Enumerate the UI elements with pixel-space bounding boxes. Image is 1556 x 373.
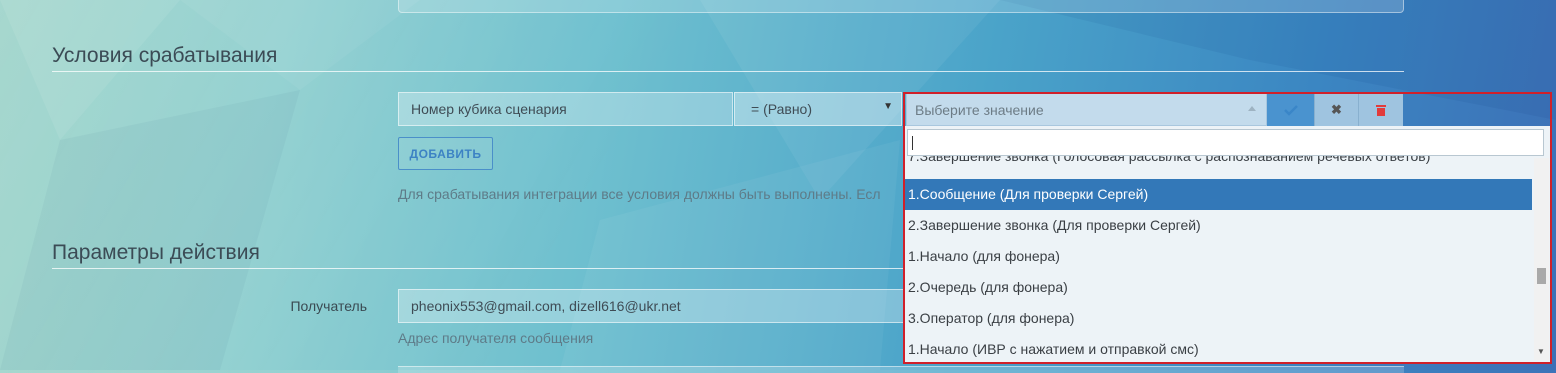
operator-value: = (Равно) — [751, 101, 813, 117]
operator-caret-icon: ▼ — [883, 101, 893, 112]
highlight-annotation — [903, 92, 1552, 364]
recipient-label: Получатель — [290, 298, 367, 314]
condition-field-value: Номер кубика сценария — [411, 101, 567, 117]
condition-operator-select[interactable]: = (Равно) ▼ — [734, 92, 902, 126]
conditions-divider — [52, 71, 1404, 72]
recipient-value: pheonix553@gmail.com, dizell616@ukr.net — [411, 298, 681, 314]
conditions-section-title: Условия срабатывания — [52, 44, 278, 67]
conditions-hint: Для срабатывания интеграции все условия … — [398, 186, 881, 202]
action-section-title: Параметры действия — [52, 241, 260, 264]
condition-field-select[interactable]: Номер кубика сценария — [398, 92, 733, 126]
add-condition-button[interactable]: ДОБАВИТЬ — [398, 137, 493, 170]
previous-input-edge — [398, 0, 1404, 13]
recipient-hint: Адрес получателя сообщения — [398, 330, 594, 346]
